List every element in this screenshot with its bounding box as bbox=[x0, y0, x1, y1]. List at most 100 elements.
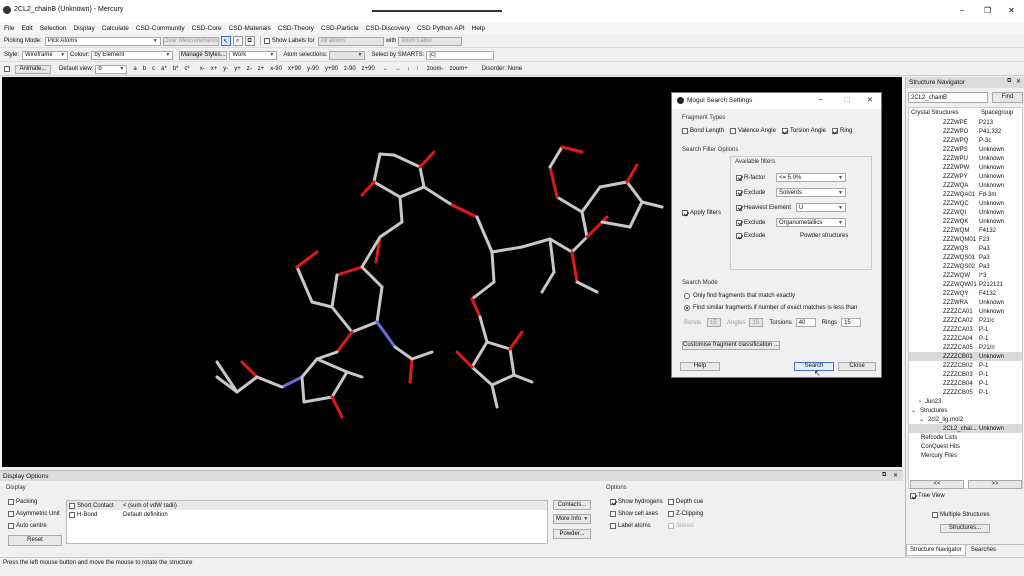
exclude-organometallics-checkbox[interactable] bbox=[736, 219, 742, 226]
tree-entry-zzzzca05[interactable]: ZZZZCA05 P21/n bbox=[909, 343, 1022, 352]
tree-entry-zzzwqw01[interactable]: ZZZWQW01 P212121 bbox=[909, 280, 1022, 289]
manage-styles-button[interactable]: Manage Styles... bbox=[179, 50, 228, 60]
tree-entry-zzzwqs01[interactable]: ZZZWQS01 Pa3 bbox=[909, 253, 1022, 262]
z-clipping-checkbox[interactable] bbox=[668, 511, 674, 517]
rotate-button-8[interactable]: y-90 bbox=[307, 66, 319, 72]
contact-row-short[interactable]: Short Contact < (sum of vdW radii) bbox=[67, 501, 547, 510]
help-button[interactable]: Help bbox=[680, 362, 720, 371]
menu-csd-community[interactable]: CSD-Community bbox=[136, 25, 185, 32]
clear-measurements-button[interactable]: Clear Measurements bbox=[162, 36, 219, 46]
view-axis-5[interactable]: c* bbox=[184, 66, 189, 72]
rotate-button-6[interactable]: x-90 bbox=[270, 66, 282, 72]
rotate-button-3[interactable]: y+ bbox=[234, 66, 241, 72]
rings-input[interactable]: 15 bbox=[841, 318, 862, 327]
view-axis-4[interactable]: b* bbox=[173, 66, 179, 72]
animate-button[interactable]: Animate... bbox=[15, 64, 51, 74]
tree-entry-zzzzcb04[interactable]: ZZZZCB04 P-1 bbox=[909, 379, 1022, 388]
label-type-select[interactable]: Atom Label bbox=[398, 36, 463, 46]
undock-icon[interactable]: ⧉ bbox=[882, 472, 886, 479]
arrow-icon-1[interactable]: → bbox=[395, 66, 401, 72]
solvents-select[interactable]: Solvents ▼ bbox=[776, 188, 846, 197]
structures-button[interactable]: Structures... bbox=[940, 524, 990, 533]
view-axis-0[interactable]: a bbox=[133, 66, 136, 72]
auto-centre-checkbox[interactable] bbox=[8, 523, 14, 529]
mode-exact-radio[interactable] bbox=[684, 293, 690, 299]
exclude-solvents-checkbox[interactable] bbox=[736, 189, 742, 196]
tab-searches[interactable]: Searches bbox=[966, 545, 1001, 555]
tree-entry-zzzwpy[interactable]: ZZZWPY Unknown bbox=[909, 172, 1022, 181]
tree-folder-jun23[interactable]: › Jun23 bbox=[909, 397, 1022, 406]
reset-button[interactable]: Reset bbox=[8, 535, 62, 546]
tree-entry-zzzwpe[interactable]: ZZZWPE P213 bbox=[909, 118, 1022, 127]
default-view-select[interactable]: b ▼ bbox=[95, 64, 128, 74]
tree-entry-zzzzca02[interactable]: ZZZZCA02 P21/c bbox=[909, 316, 1022, 325]
dialog-minimize-icon[interactable]: – bbox=[819, 96, 823, 103]
colour-select[interactable]: by Element ▼ bbox=[91, 50, 174, 60]
panel-close-icon[interactable]: ✕ bbox=[1016, 78, 1021, 85]
menu-edit[interactable]: Edit bbox=[21, 25, 32, 32]
style-preset-select[interactable]: Work ▼ bbox=[229, 50, 278, 60]
heaviest-element-checkbox[interactable] bbox=[736, 204, 742, 211]
tree-entry-zzzwqa[interactable]: ZZZWQA Unknown bbox=[909, 181, 1022, 190]
tree-entry-zzzwpu[interactable]: ZZZWPU Unknown bbox=[909, 154, 1022, 163]
asym-unit-checkbox[interactable] bbox=[8, 511, 14, 517]
undock-icon[interactable]: ⧉ bbox=[1007, 78, 1011, 85]
rotate-button-1[interactable]: x+ bbox=[211, 66, 218, 72]
style-select[interactable]: Wireframe ▼ bbox=[22, 50, 69, 60]
stereo-checkbox[interactable] bbox=[668, 523, 674, 529]
show-labels-select[interactable]: All atoms bbox=[317, 36, 384, 46]
show-labels-checkbox[interactable] bbox=[263, 38, 270, 44]
customise-fragment-button[interactable]: Customise fragment classification ... bbox=[682, 341, 780, 350]
rfactor-select[interactable]: <= 5.0% ▼ bbox=[776, 173, 846, 182]
short-contact-checkbox[interactable] bbox=[69, 502, 75, 509]
torsions-input[interactable]: 40 bbox=[795, 318, 816, 327]
tree-entry-zzzwqi[interactable]: ZZZWQI Unknown bbox=[909, 208, 1022, 217]
zoom-button-1[interactable]: zoom+ bbox=[450, 66, 468, 72]
zoom-button-0[interactable]: zoom- bbox=[427, 66, 444, 72]
packing-checkbox[interactable] bbox=[8, 499, 14, 505]
close-icon[interactable]: ✕ bbox=[1008, 6, 1015, 15]
apply-filters-checkbox[interactable] bbox=[682, 210, 688, 216]
tree-mercury-files[interactable]: Mercury Files bbox=[909, 451, 1022, 460]
tab-structure-navigator[interactable]: Structure Navigator bbox=[906, 544, 966, 556]
prev-button[interactable]: << bbox=[910, 480, 964, 489]
view-axis-3[interactable]: a* bbox=[161, 66, 167, 72]
arrow-icon-2[interactable]: ↓ bbox=[407, 66, 410, 72]
structure-tree[interactable]: Crystal Structures Spacegroup ZZZWPE P213… bbox=[908, 107, 1023, 489]
rotate-button-4[interactable]: z- bbox=[247, 66, 252, 72]
tree-entry-zzzwpo[interactable]: ZZZWPO P41,332 bbox=[909, 127, 1022, 136]
angles-input[interactable]: 15 bbox=[749, 318, 764, 327]
rotate-button-7[interactable]: x+90 bbox=[288, 66, 301, 72]
tree-entry-zzzwqm01[interactable]: ZZZWQM01 F23 bbox=[909, 235, 1022, 244]
atom-selections-select[interactable]: ▼ bbox=[329, 50, 366, 60]
tree-entry-zzzwqc[interactable]: ZZZWQC Unknown bbox=[909, 199, 1022, 208]
close-button[interactable]: Close bbox=[838, 362, 876, 371]
next-button[interactable]: >> bbox=[968, 480, 1022, 489]
tree-refcode-lists[interactable]: Refcode Lists bbox=[909, 433, 1022, 442]
minimize-icon[interactable]: – bbox=[960, 6, 964, 15]
menu-csd-discovery[interactable]: CSD-Discovery bbox=[366, 25, 410, 32]
pointer-icon[interactable]: ↖ bbox=[220, 36, 231, 46]
tree-entry-zzzwpq[interactable]: ZZZWPQ P-3c bbox=[909, 136, 1022, 145]
rotate-button-11[interactable]: z+90 bbox=[362, 66, 375, 72]
more-info-button[interactable]: More Info ▼ bbox=[553, 514, 591, 524]
tree-entry-zzzwra[interactable]: ZZZWRA Unknown bbox=[909, 298, 1022, 307]
rotate-button-5[interactable]: z+ bbox=[258, 66, 265, 72]
tree-entry-zzzwpw[interactable]: ZZZWPW Unknown bbox=[909, 163, 1022, 172]
maximize-icon[interactable]: ❐ bbox=[984, 6, 991, 15]
menu-csd-materials[interactable]: CSD-Materials bbox=[229, 25, 271, 32]
tree-file-entry[interactable]: 2CL2_chai... Unknown bbox=[909, 424, 1022, 433]
hbond-checkbox[interactable] bbox=[69, 511, 75, 518]
depth-cue-checkbox[interactable] bbox=[668, 499, 674, 505]
tree-conquest-hits[interactable]: ConQuest Hits bbox=[909, 442, 1022, 451]
find-button[interactable]: Find bbox=[992, 92, 1023, 103]
menu-csd-particle[interactable]: CSD-Particle bbox=[321, 25, 359, 32]
rotate-button-0[interactable]: x- bbox=[200, 66, 205, 72]
menu-help[interactable]: Help bbox=[472, 25, 485, 32]
menu-display[interactable]: Display bbox=[73, 25, 94, 32]
tree-entry-zzzzcb05[interactable]: ZZZZCB05 P-1 bbox=[909, 388, 1022, 397]
exclude-powder-checkbox[interactable] bbox=[736, 233, 742, 239]
tree-entry-zzzwqw[interactable]: ZZZWQW I*3 bbox=[909, 271, 1022, 280]
torsion-angle-checkbox[interactable] bbox=[781, 128, 788, 134]
bonds-input[interactable]: 15 bbox=[707, 318, 722, 327]
